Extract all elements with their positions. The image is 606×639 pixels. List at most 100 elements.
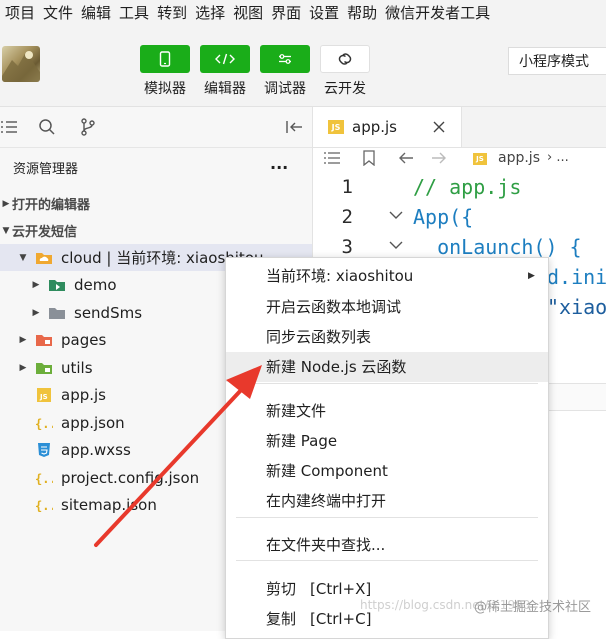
context-menu-item-label: 当前环境: xiaoshitou	[266, 267, 414, 285]
menu-3[interactable]: 工具	[114, 0, 149, 26]
context-menu-item[interactable]: 同步云函数列表	[226, 322, 548, 352]
fold-chevron-icon[interactable]	[389, 240, 403, 250]
context-menu: 当前环境: xiaoshitou ▶ 开启云函数本地调试同步云函数列表新建 Node…	[225, 257, 549, 639]
bookmark-icon[interactable]	[363, 150, 375, 166]
tree-item-label: app.json	[61, 413, 125, 432]
code-line-1: // app.js	[413, 175, 522, 199]
utils-folder-icon	[35, 360, 53, 376]
code-icon	[215, 53, 235, 65]
close-icon[interactable]	[433, 121, 445, 133]
code-fragment: "xiao	[547, 295, 606, 319]
menu-6[interactable]: 视图	[228, 0, 263, 26]
tab-label: app.js	[352, 118, 397, 136]
context-menu-item-label: 同步云函数列表	[266, 328, 372, 346]
context-menu-item-label: 新建 Component	[266, 462, 388, 480]
simulator-button[interactable]	[140, 45, 190, 73]
more-icon[interactable]: ···	[270, 158, 288, 177]
json-file-icon: {..}	[35, 415, 53, 431]
breadcrumb[interactable]: app.js	[498, 150, 540, 166]
menu-5[interactable]: 选择	[190, 0, 225, 26]
tree-item-label: app.js	[61, 386, 106, 404]
code-line-2: App({	[413, 205, 474, 229]
json-file-icon: {..}	[35, 497, 53, 513]
list-icon[interactable]	[323, 151, 341, 165]
mode-select[interactable]: 小程序模式	[508, 47, 606, 75]
submenu-arrow-icon: ▶	[528, 271, 535, 281]
context-menu-item[interactable]: 新建 Page	[226, 426, 548, 456]
menu-2[interactable]: 编辑	[76, 0, 111, 26]
line-number: 1	[341, 176, 353, 198]
editor-button[interactable]	[200, 45, 250, 73]
line-number: 3	[341, 236, 353, 258]
section-open-editors[interactable]: ▶ 打开的编辑器	[0, 190, 312, 217]
tab-app-js[interactable]: JS app.js	[313, 107, 462, 147]
context-menu-item-label: 剪切	[266, 580, 297, 598]
sliders-icon	[279, 54, 291, 64]
caret-down-icon: ▼	[19, 252, 27, 263]
simulator-label: 模拟器	[144, 81, 186, 97]
code-fragment: d.ini	[547, 265, 606, 289]
breadcrumb-more: › ...	[547, 150, 569, 165]
context-menu-item-label: 在文件夹中查找...	[266, 536, 386, 554]
cloud-dev-label: 云开发	[324, 81, 366, 97]
section-project-label: 云开发短信	[12, 225, 78, 240]
folder-icon	[48, 305, 66, 321]
svg-text:{..}: {..}	[35, 499, 53, 513]
toolbar: 模拟器 编辑器 调试器 云开发 小程序模式	[0, 26, 606, 107]
context-menu-item-label: 新建 Node.js 云函数	[266, 358, 407, 376]
menu-9[interactable]: 帮助	[342, 0, 377, 26]
collapse-panel-icon[interactable]	[285, 119, 303, 135]
back-arrow-icon[interactable]	[398, 151, 414, 165]
menu-8[interactable]: 设置	[304, 0, 339, 26]
context-menu-item[interactable]: 新建文件	[226, 396, 548, 426]
cloud-folder-icon	[35, 250, 53, 266]
caret-down-icon: ▼	[2, 225, 10, 236]
context-menu-item-label: 新建 Page	[266, 432, 338, 450]
debugger-button[interactable]	[260, 45, 310, 73]
svg-text:{..}: {..}	[35, 417, 53, 431]
forward-arrow-icon[interactable]	[431, 151, 447, 165]
context-menu-item[interactable]: 当前环境: xiaoshitou ▶	[226, 261, 548, 291]
editor-tabbar: JS app.js	[313, 107, 606, 148]
svg-text:JS: JS	[39, 393, 48, 401]
js-file-icon: JS	[473, 153, 487, 165]
tree-item-label: sendSms	[74, 303, 143, 322]
menu-separator	[236, 560, 538, 561]
tree-item-label: sitemap.json	[61, 496, 157, 514]
section-project[interactable]: ▼ 云开发短信	[0, 217, 312, 244]
watermark-badge: @稀土掘金技术社区	[474, 600, 592, 615]
menu-1[interactable]: 文件	[38, 0, 73, 26]
context-menu-item[interactable]: 新建 Node.js 云函数	[226, 352, 548, 382]
menu-separator	[236, 383, 538, 384]
menu-4[interactable]: 转到	[152, 0, 187, 26]
fold-chevron-icon[interactable]	[389, 210, 403, 220]
json-file-icon: {..}	[35, 470, 53, 486]
tree-item-label: demo	[74, 276, 117, 294]
cloud-dev-button[interactable]	[320, 45, 370, 73]
editor-toolbar: JS app.js › ...	[313, 147, 606, 173]
cloud-function-folder-icon	[48, 277, 66, 293]
context-menu-item-label: 复制	[266, 610, 297, 628]
tree-item-label: utils	[61, 358, 93, 377]
sidebar-activity-bar	[0, 107, 312, 148]
caret-right-icon: ▶	[19, 335, 27, 345]
menu-7[interactable]: 界面	[266, 0, 301, 26]
menu-0[interactable]: 项目	[0, 0, 35, 26]
context-menu-item[interactable]: 开启云函数本地调试	[226, 292, 548, 322]
context-menu-item[interactable]: 在内建终端中打开	[226, 486, 548, 516]
explorer-title: 资源管理器	[13, 162, 79, 177]
menu-10[interactable]: 微信开发者工具	[380, 0, 490, 26]
context-menu-item[interactable]: 新建 Component	[226, 456, 548, 486]
menu-icon[interactable]	[0, 119, 18, 135]
avatar[interactable]	[2, 46, 40, 82]
search-icon[interactable]	[38, 118, 56, 136]
caret-right-icon: ▶	[32, 280, 40, 290]
caret-right-icon: ▶	[2, 198, 10, 209]
js-file-icon: JS	[35, 387, 53, 403]
source-control-icon[interactable]	[80, 117, 96, 137]
menu-separator	[236, 517, 538, 518]
section-open-editors-label: 打开的编辑器	[12, 198, 91, 213]
tree-item-label: app.wxss	[61, 441, 131, 459]
context-menu-item[interactable]: 在文件夹中查找...	[226, 530, 548, 560]
code-line-3: onLaunch() {	[413, 235, 582, 259]
